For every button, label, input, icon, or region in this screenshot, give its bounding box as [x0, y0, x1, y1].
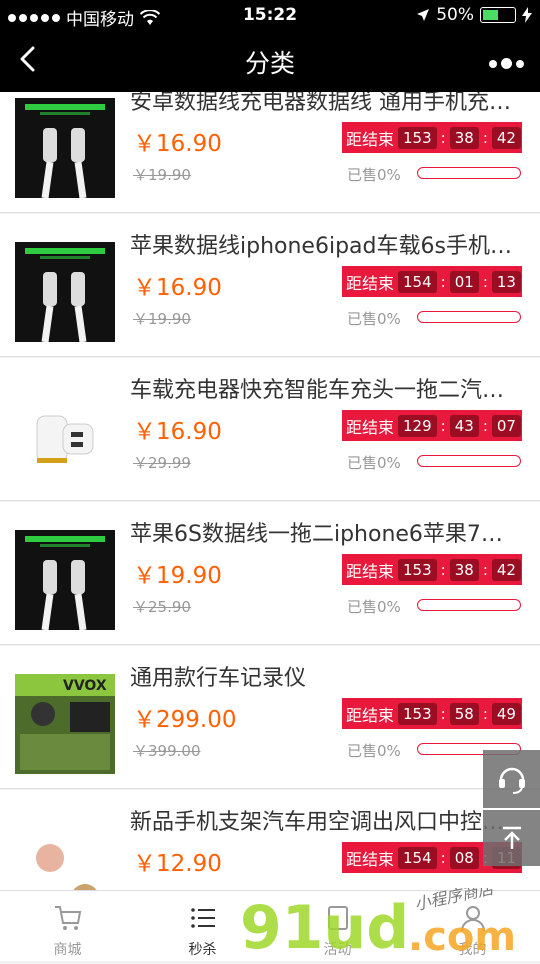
countdown-label: 距结束	[346, 849, 395, 869]
tab-label: 商城	[53, 942, 82, 958]
countdown-segment: 58	[449, 702, 479, 725]
countdown-label: 距结束	[346, 417, 395, 437]
product-title[interactable]: 苹果6S数据线一拖二iphone6苹果7充电线	[130, 516, 522, 548]
product-original-price: ￥399.00	[133, 742, 201, 760]
countdown-timer: 距结束 153:38:42	[342, 554, 522, 585]
product-thumbnail[interactable]	[15, 818, 115, 890]
list-icon	[188, 903, 218, 933]
product-item[interactable]: 安卓数据线充电器数据线 通用手机充电线 ￥16.90 ￥19.90 距结束 153:38…	[0, 92, 540, 213]
countdown-segment: 42	[491, 558, 521, 581]
tab-user[interactable]: 我的	[405, 891, 540, 961]
headset-icon	[498, 767, 525, 794]
back-to-top-icon	[502, 826, 521, 849]
countdown-segment: 38	[449, 558, 479, 581]
product-price: ￥299.00	[133, 707, 237, 733]
product-item[interactable]: 苹果数据线iphone6ipad车载6s手机充电线 ￥16.90 ￥19.90 距结束…	[0, 214, 540, 357]
product-price: ￥16.90	[133, 419, 222, 445]
countdown-label: 距结束	[346, 129, 395, 149]
countdown-label: 距结束	[346, 705, 395, 725]
product-title[interactable]: 安卓数据线充电器数据线 通用手机充电线	[130, 92, 522, 116]
sold-progress-bar	[417, 455, 521, 467]
countdown-label: 距结束	[346, 273, 395, 293]
user-icon	[458, 903, 488, 933]
product-price: ￥16.90	[133, 131, 222, 157]
countdown-segment: 01	[449, 270, 479, 293]
nav-bar: 分类	[0, 30, 540, 92]
countdown-segment: 129	[398, 414, 437, 437]
countdown-segment: 154	[398, 846, 437, 869]
tab-label: 我的	[458, 942, 487, 958]
product-item[interactable]: VVOX 通用款行车记录仪 ￥299.00 ￥399.00 距结束 153:58:49 已售…	[0, 646, 540, 789]
status-bar: 中国移动 15:22 50%	[0, 0, 540, 30]
tab-cart[interactable]: 商城	[0, 891, 135, 961]
sold-progress-bar	[417, 167, 521, 179]
countdown-segment: 154	[398, 270, 437, 293]
charging-icon	[522, 7, 532, 23]
tab-activity[interactable]: 活动	[270, 891, 405, 961]
product-item[interactable]: 车载充电器快充智能车充头一拖二汽车充电器 ￥16.90 ￥29.99 距结束129:4…	[0, 358, 540, 501]
countdown-timer: 距结束 153:58:49	[342, 698, 522, 729]
page-title: 分类	[244, 49, 295, 78]
countdown-segment: 07	[491, 414, 521, 437]
battery-icon	[480, 7, 516, 23]
product-title[interactable]: 苹果数据线iphone6ipad车载6s手机充电线	[130, 228, 522, 260]
product-original-price: ￥19.90	[133, 310, 191, 328]
customer-service-button[interactable]	[483, 750, 540, 808]
location-arrow-icon	[417, 9, 430, 21]
sold-percent-label: 已售0%	[347, 598, 401, 616]
tab-label: 秒杀	[188, 942, 217, 958]
more-menu-icon[interactable]	[489, 58, 524, 69]
product-price: ￥16.90	[133, 275, 222, 301]
product-thumbnail[interactable]	[15, 386, 115, 486]
sold-progress-bar	[417, 599, 521, 611]
product-price: ￥19.90	[133, 563, 222, 589]
countdown-timer: 距结束 129:43:07	[342, 410, 522, 441]
product-original-price: ￥25.90	[133, 598, 191, 616]
sold-progress-bar	[417, 311, 521, 323]
product-item[interactable]: 新品手机支架汽车用空调出风口中控台支架￥12.90距结束154:08:11	[0, 790, 540, 890]
product-thumbnail[interactable]: VVOX	[15, 674, 115, 774]
countdown-segment: 08	[449, 846, 479, 869]
countdown-segment: 43	[449, 414, 479, 437]
sold-percent-label: 已售0%	[347, 166, 401, 184]
product-list: 安卓数据线充电器数据线 通用手机充电线 ￥16.90 ￥19.90 距结束 153:38…	[0, 92, 540, 890]
countdown-segment: 49	[491, 702, 521, 725]
sold-percent-label: 已售0%	[347, 742, 401, 760]
product-original-price: ￥19.90	[133, 166, 191, 184]
countdown-timer: 距结束 154:01:13	[342, 266, 522, 297]
sold-percent-label: 已售0%	[347, 454, 401, 472]
back-to-top-button[interactable]	[483, 810, 540, 866]
product-title[interactable]: 通用款行车记录仪	[130, 660, 522, 692]
countdown-segment: 153	[398, 126, 437, 149]
tab-list[interactable]: 秒杀	[135, 891, 270, 961]
countdown-label: 距结束	[346, 561, 395, 581]
tab-bar: 商城 秒杀 活动 我的	[0, 890, 540, 961]
product-item[interactable]: 苹果6S数据线一拖二iphone6苹果7充电线 ￥19.90 ￥25.90 距结束 15…	[0, 502, 540, 645]
countdown-timer: 距结束 153:38:42	[342, 122, 522, 153]
countdown-segment: 153	[398, 558, 437, 581]
countdown-segment: 13	[491, 270, 521, 293]
product-thumbnail[interactable]	[15, 98, 115, 198]
tab-label: 活动	[323, 942, 352, 958]
product-original-price: ￥29.99	[133, 454, 191, 472]
activity-icon	[323, 903, 353, 933]
countdown-segment: 153	[398, 702, 437, 725]
battery-percent: 50%	[436, 5, 474, 25]
product-thumbnail[interactable]	[15, 530, 115, 630]
countdown-segment: 42	[491, 126, 521, 149]
product-title[interactable]: 车载充电器快充智能车充头一拖二汽车充电器	[130, 372, 522, 404]
sold-percent-label: 已售0%	[347, 310, 401, 328]
svg-text:VVOX: VVOX	[63, 678, 107, 694]
product-price: ￥12.90	[133, 851, 222, 877]
countdown-segment: 38	[449, 126, 479, 149]
product-thumbnail[interactable]	[15, 242, 115, 342]
cart-icon	[53, 903, 83, 933]
product-title[interactable]: 新品手机支架汽车用空调出风口中控台支架	[130, 804, 522, 836]
